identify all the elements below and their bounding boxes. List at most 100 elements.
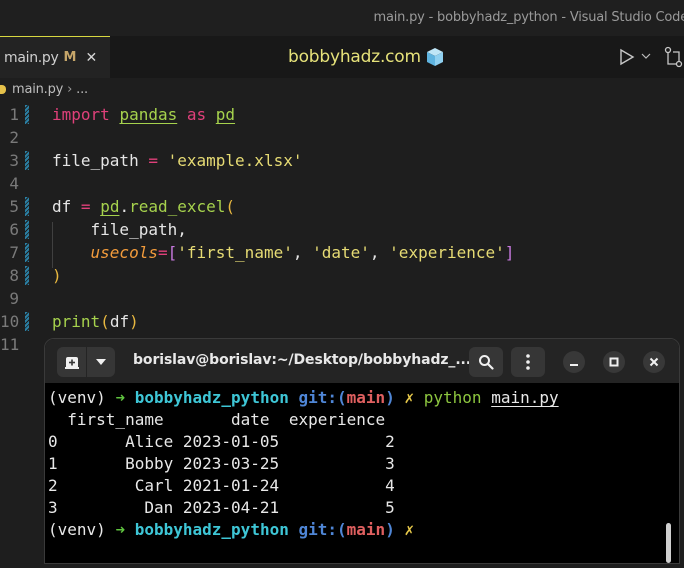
line-number: 11 [0,335,20,354]
code-token: usecols [90,243,158,262]
dataframe-row: 3 Dan 2023-04-21 5 [48,498,395,517]
code-line[interactable]: 5 df = pd.read_excel( [0,195,684,218]
modified-gutter-indicator[interactable] [25,197,29,216]
command-arg: main.py [491,388,559,407]
tab-main-py[interactable]: main.py M ✕ [0,36,110,78]
code-line[interactable]: 4 [0,172,684,195]
cube-icon [426,48,443,66]
line-number: 7 [9,243,19,262]
prompt-directory: bobbyhadz_python [134,388,289,407]
code-editor[interactable]: 1 import pandas as pd 2 3 file_path = 'examp… [0,100,684,354]
git-label: git:( [298,388,347,407]
run-icon[interactable] [618,48,636,66]
minimize-button[interactable] [563,351,585,373]
modified-gutter-indicator[interactable] [25,312,29,331]
new-tab-button[interactable] [57,347,86,377]
window-title: main.py - bobbyhadz_python - Visual Stud… [373,10,684,25]
minimize-icon [570,364,578,366]
breadcrumb: main.py › ... [0,78,684,100]
modified-gutter-indicator[interactable] [25,266,29,285]
code-token: pd [100,197,120,216]
terminal-scrollbar[interactable] [666,523,671,563]
code-token: = [80,197,91,216]
modified-gutter-indicator[interactable] [25,151,29,170]
maximize-button[interactable] [603,351,625,373]
prompt-arrow-icon: ➜ [115,388,126,407]
code-token: 'experience' [389,243,505,262]
code-token: read_excel [129,197,226,216]
chevron-down-icon[interactable] [640,50,652,62]
git-label: git:( [298,520,347,539]
venv-label: (venv) [48,520,116,539]
editor-tab-bar: main.py M ✕ bobbyhadz.com [0,36,684,78]
breadcrumb-file[interactable]: main.py [12,82,63,97]
code-token: 'example.xlsx' [167,151,303,170]
code-token: pd [215,105,236,124]
terminal-search-button[interactable] [469,347,503,377]
new-tab-icon [64,356,79,369]
dataframe-row: 2 Carl 2021-01-24 4 [48,476,395,495]
code-token: ( [225,197,236,216]
code-token: , [369,243,390,262]
tab-label: main.py [4,49,59,66]
prompt-line: (venv) ➜ bobbyhadz_python git:(main) ✗ [48,519,668,541]
caret-down-icon [96,359,106,365]
line-number: 1 [9,105,19,124]
code-token: ) [52,266,62,285]
prompt-line: (venv) ➜ bobbyhadz_python git:(main) ✗ p… [48,387,668,409]
terminal-window: borislav@borislav:~/Desktop/bobbyhadz_..… [44,338,680,564]
code-token: ( [100,312,110,331]
modified-gutter-indicator[interactable] [25,243,29,262]
breadcrumb-separator: › [67,81,73,97]
new-tab-dropdown-button[interactable] [86,347,115,377]
code-line[interactable]: 1 import pandas as pd [0,103,684,126]
maximize-icon [609,357,619,367]
modified-badge: M [63,50,77,65]
git-branch: main [346,520,386,539]
source-control-icon[interactable] [664,46,684,68]
git-dirty-icon: ✗ [404,388,415,407]
code-token: import [52,105,110,124]
code-text: df = pd.read_excel( [52,195,235,218]
line-number: 5 [9,197,19,216]
dataframe-row: 0 Alice 2023-01-05 2 [48,432,395,451]
command: python [423,388,482,407]
terminal-output[interactable]: (venv) ➜ bobbyhadz_python git:(main) ✗ p… [48,387,668,541]
line-number: 6 [9,220,19,239]
breadcrumb-more[interactable]: ... [76,82,88,97]
code-line[interactable]: 2 [0,126,684,149]
code-token: 'first_name' [177,243,293,262]
code-line[interactable]: 8) [0,264,684,287]
terminal-header: borislav@borislav:~/Desktop/bobbyhadz_..… [45,339,679,383]
terminal-title: borislav@borislav:~/Desktop/bobbyhadz_..… [133,352,471,368]
brand-text: bobbyhadz.com [288,47,421,67]
code-token: = [157,243,168,262]
search-icon [479,355,494,370]
kebab-menu-icon [526,354,530,370]
code-line[interactable]: 7 usecols=['first_name', 'date', 'experi… [0,241,684,264]
output-header: first_name date experience [48,410,386,429]
code-token: file_path [52,151,149,170]
modified-gutter-indicator[interactable] [25,220,29,239]
code-line[interactable]: 6 file_path, [0,218,684,241]
line-number: 8 [9,266,19,285]
code-line[interactable]: 9 [0,287,684,310]
terminal-menu-button[interactable] [511,347,545,377]
modified-gutter-indicator[interactable] [25,105,29,124]
git-label-close: ) [385,388,395,407]
line-number: 10 [0,312,20,331]
code-token: 'date' [312,243,370,262]
git-label-close: ) [385,520,395,539]
code-token: as [186,105,207,124]
close-button[interactable] [643,351,665,373]
prompt-directory: bobbyhadz_python [134,520,289,539]
code-line[interactable]: 3 file_path = 'example.xlsx' [0,149,684,172]
code-line[interactable]: 10 print(df) [0,310,684,333]
code-token: df [109,312,130,331]
code-token: print [52,312,101,331]
brand-watermark: bobbyhadz.com [288,47,445,67]
close-icon[interactable]: ✕ [85,50,97,66]
